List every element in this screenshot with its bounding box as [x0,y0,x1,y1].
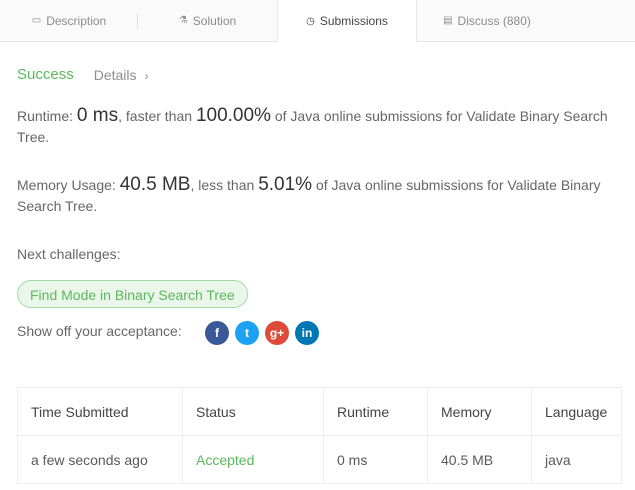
runtime-summary: Runtime: 0 ms, faster than 100.00% of Ja… [17,105,617,148]
clock-icon: ◷ [306,15,315,27]
details-link[interactable]: Details › [94,67,149,83]
tab-label: Solution [192,13,237,28]
tab-label: Discuss (880) [457,13,531,28]
tab-discuss[interactable]: ▤ Discuss (880) [417,0,557,41]
status-link[interactable]: Accepted [182,435,324,484]
language-cell: java [531,435,622,484]
memory-summary: Memory Usage: 40.5 MB, less than 5.01% o… [17,174,617,217]
tab-label: Description [46,13,107,28]
comment-icon: ▤ [443,15,453,26]
linkedin-icon[interactable]: in [295,321,319,345]
tab-label: Submissions [319,14,388,28]
flask-icon: ⚗ [178,15,188,26]
column-header: Status [182,387,324,436]
memory-percent: 5.01% [258,174,313,195]
runtime-value: 0 ms [76,105,119,126]
tab-description[interactable]: ▭ Description [0,0,138,41]
column-header: Memory [427,387,532,436]
tab-solution[interactable]: ⚗ Solution [138,0,277,41]
next-challenges-label: Next challenges: [17,246,121,262]
runtime-percent: 100.00% [195,105,271,126]
showoff-label: Show off your acceptance: [17,323,182,339]
document-icon: ▭ [31,15,42,26]
result-status: Success [17,66,74,83]
column-header: Runtime [323,387,428,436]
runtime-label: Runtime: [17,108,74,124]
submissions-table: Time Submitted Status Runtime Memory Lan… [17,387,622,484]
column-header: Time Submitted [17,387,183,436]
twitter-icon[interactable]: t [235,321,259,345]
memory-value: 40.5 MB [119,174,191,195]
runtime-mid: , faster than [118,108,193,124]
chevron-right-icon: › [144,68,149,83]
result-header: Success Details › [17,66,149,83]
social-share: f t g+ in [205,321,319,345]
tab-submissions[interactable]: ◷ Submissions [277,0,417,42]
memory-cell: 40.5 MB [427,435,532,484]
table-row: a few seconds ago Accepted 0 ms 40.5 MB … [17,435,622,484]
memory-mid: , less than [190,177,255,193]
time-submitted-cell: a few seconds ago [17,435,183,484]
challenge-link[interactable]: Find Mode in Binary Search Tree [17,280,248,308]
facebook-icon[interactable]: f [205,321,229,345]
table-header-row: Time Submitted Status Runtime Memory Lan… [17,387,622,436]
google-plus-icon[interactable]: g+ [265,321,289,345]
runtime-cell: 0 ms [323,435,428,484]
tab-bar: ▭ Description ⚗ Solution ◷ Submissions ▤… [0,0,635,42]
column-header: Language [531,387,622,436]
memory-label: Memory Usage: [17,177,116,193]
details-label: Details [93,66,137,83]
